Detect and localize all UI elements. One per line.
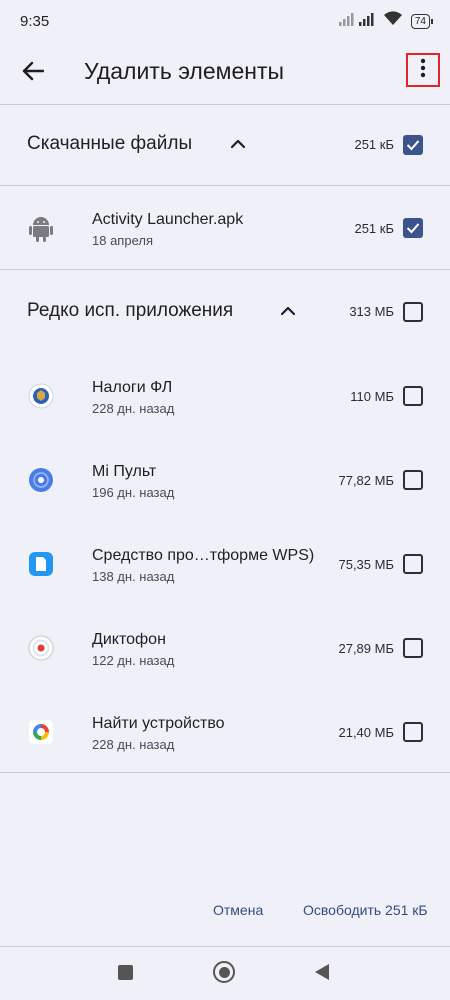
list-item-recorder[interactable]: Диктофон 122 дн. назад 27,89 МБ bbox=[0, 613, 450, 683]
item-checkbox[interactable] bbox=[403, 638, 423, 658]
item-subtitle: 122 дн. назад bbox=[92, 653, 175, 668]
divider bbox=[0, 269, 450, 270]
item-checkbox[interactable] bbox=[403, 386, 423, 406]
mi-remote-app-icon bbox=[27, 466, 55, 494]
status-icons: 74 bbox=[338, 11, 434, 31]
group-checkbox[interactable] bbox=[403, 302, 423, 322]
find-device-app-icon bbox=[27, 718, 55, 746]
group-header-downloads[interactable]: Скачанные файлы 251 кБ bbox=[0, 115, 450, 175]
back-button[interactable] bbox=[18, 58, 48, 88]
list-item-nalogi[interactable]: Налоги ФЛ 228 дн. назад 110 МБ bbox=[0, 361, 450, 431]
android-icon bbox=[27, 214, 55, 242]
list-item-mi-remote[interactable]: Mi Пульт 196 дн. назад 77,82 МБ bbox=[0, 445, 450, 515]
chevron-up-icon[interactable] bbox=[279, 304, 297, 318]
item-checkbox[interactable] bbox=[403, 218, 423, 238]
recorder-app-icon bbox=[27, 634, 55, 662]
item-subtitle: 196 дн. назад bbox=[92, 485, 175, 500]
item-size: 251 кБ bbox=[354, 221, 394, 236]
list-item-wps[interactable]: Средство про…тформе WPS) 138 дн. назад 7… bbox=[0, 529, 450, 599]
item-checkbox[interactable] bbox=[403, 554, 423, 574]
more-options-button[interactable] bbox=[406, 53, 440, 87]
list-item-activity-launcher[interactable]: Activity Launcher.apk 18 апреля 251 кБ bbox=[0, 193, 450, 263]
group-size: 251 кБ bbox=[354, 137, 394, 152]
item-name: Activity Launcher.apk bbox=[92, 211, 244, 228]
item-subtitle: 138 дн. назад bbox=[92, 569, 175, 584]
group-header-rarely-used[interactable]: Редко исп. приложения 313 МБ bbox=[0, 282, 450, 342]
status-time: 9:35 bbox=[20, 13, 50, 30]
item-subtitle: 228 дн. назад bbox=[92, 737, 175, 752]
back-triangle-icon[interactable] bbox=[315, 964, 329, 980]
recents-icon[interactable] bbox=[118, 965, 133, 980]
arrow-left-icon bbox=[22, 61, 45, 86]
item-size: 27,89 МБ bbox=[338, 641, 394, 656]
group-size: 313 МБ bbox=[349, 304, 394, 319]
item-name: Найти устройство bbox=[92, 715, 225, 732]
item-subtitle: 228 дн. назад bbox=[92, 401, 175, 416]
more-vertical-icon bbox=[420, 58, 426, 83]
free-space-button[interactable]: Освободить 251 кБ bbox=[303, 902, 428, 918]
divider bbox=[0, 185, 450, 186]
group-checkbox[interactable] bbox=[403, 135, 423, 155]
item-name: Диктофон bbox=[92, 631, 166, 648]
system-nav-bar bbox=[0, 948, 450, 1000]
item-subtitle: 18 апреля bbox=[92, 233, 153, 248]
divider bbox=[0, 104, 450, 105]
cancel-button[interactable]: Отмена bbox=[213, 902, 263, 918]
signal-icon bbox=[338, 12, 375, 31]
divider bbox=[0, 772, 450, 773]
wifi-icon bbox=[383, 11, 403, 31]
item-name: Средство про…тформе WPS) bbox=[92, 547, 315, 564]
battery-icon: 74 bbox=[410, 13, 434, 29]
list-item-find-device[interactable]: Найти устройство 228 дн. назад 21,40 МБ bbox=[0, 697, 450, 767]
item-size: 75,35 МБ bbox=[338, 557, 394, 572]
chevron-up-icon[interactable] bbox=[229, 137, 247, 151]
status-bar: 9:35 74 bbox=[0, 0, 450, 40]
nalogi-app-icon bbox=[27, 382, 55, 410]
page-title: Удалить элементы bbox=[84, 58, 285, 84]
item-name: Налоги ФЛ bbox=[92, 379, 173, 396]
item-checkbox[interactable] bbox=[403, 722, 423, 742]
group-title: Скачанные файлы bbox=[27, 133, 193, 154]
divider bbox=[0, 946, 450, 947]
item-checkbox[interactable] bbox=[403, 470, 423, 490]
app-bar: Удалить элементы bbox=[0, 40, 450, 104]
home-icon[interactable] bbox=[213, 961, 235, 983]
group-title: Редко исп. приложения bbox=[27, 300, 234, 321]
item-size: 21,40 МБ bbox=[338, 725, 394, 740]
item-size: 110 МБ bbox=[350, 389, 394, 404]
item-name: Mi Пульт bbox=[92, 463, 157, 480]
wps-document-app-icon bbox=[27, 550, 55, 578]
item-size: 77,82 МБ bbox=[338, 473, 394, 488]
